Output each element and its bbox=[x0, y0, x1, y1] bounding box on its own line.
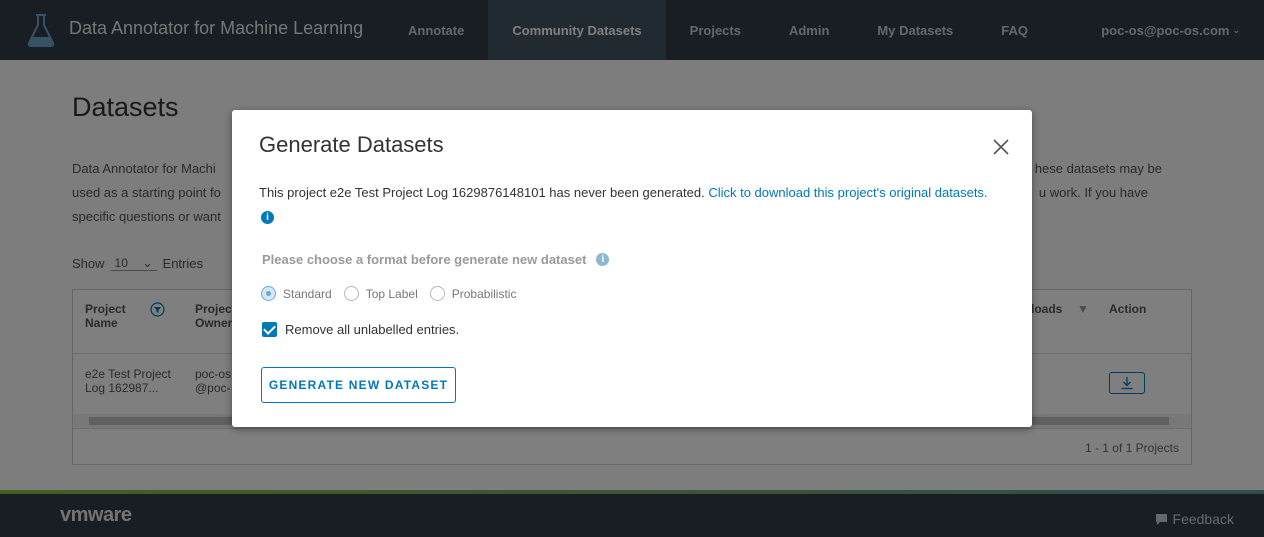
format-label: Please choose a format before generate n… bbox=[262, 252, 610, 267]
radio-button[interactable] bbox=[343, 286, 359, 301]
remove-unlabelled-option[interactable]: Remove all unlabelled entries. bbox=[262, 322, 459, 337]
radio-button[interactable] bbox=[261, 286, 276, 301]
close-icon[interactable] bbox=[990, 136, 1012, 158]
remove-unlabelled-checkbox[interactable] bbox=[262, 322, 277, 337]
generate-new-dataset-button[interactable]: GENERATE NEW DATASET bbox=[261, 367, 456, 403]
message-text: This project e2e Test Project Log 162987… bbox=[259, 185, 709, 200]
checkbox-label: Remove all unlabelled entries. bbox=[285, 322, 460, 337]
info-icon[interactable]: i bbox=[261, 211, 274, 224]
download-original-link[interactable]: Click to download this project's origina… bbox=[708, 185, 987, 200]
generate-datasets-dialog: Generate Datasets This project e2e Test … bbox=[232, 110, 1032, 427]
radio-probabilistic[interactable]: Probabilistic bbox=[429, 286, 517, 301]
format-radio-group: Standard Top Label Probabilistic bbox=[261, 286, 528, 301]
radio-top-label[interactable]: Top Label bbox=[343, 286, 418, 301]
radio-label: Probabilistic bbox=[451, 286, 517, 301]
radio-standard[interactable]: Standard bbox=[261, 286, 332, 301]
radio-button[interactable] bbox=[429, 286, 445, 301]
radio-label: Top Label bbox=[365, 286, 418, 301]
dialog-message: This project e2e Test Project Log 162987… bbox=[259, 182, 999, 226]
radio-label: Standard bbox=[283, 286, 332, 301]
format-label-text: Please choose a format before generate n… bbox=[262, 252, 587, 267]
info-icon[interactable]: i bbox=[596, 253, 610, 266]
dialog-title: Generate Datasets bbox=[259, 132, 444, 157]
